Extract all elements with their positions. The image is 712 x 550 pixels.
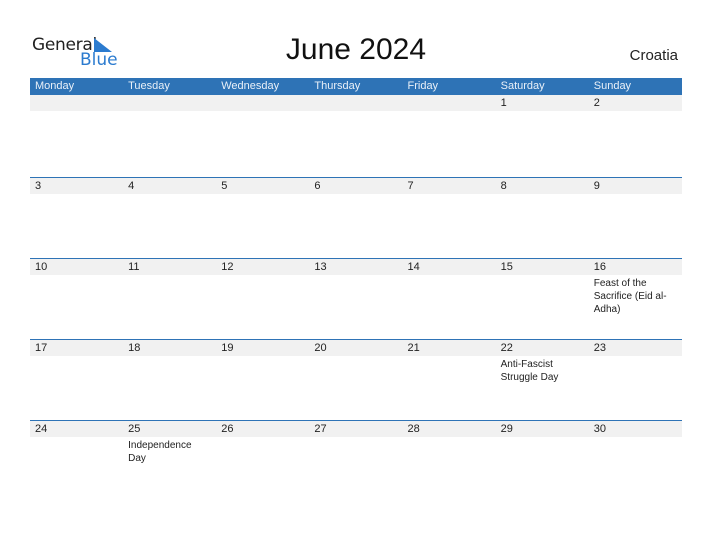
- day-number: 10: [30, 259, 124, 275]
- day-number: 14: [402, 259, 496, 275]
- weekday-friday: Friday: [407, 80, 439, 92]
- holiday-label: Feast of the Sacrifice (Eid al-Adha): [593, 278, 667, 315]
- calendar-title: June 2024: [285, 33, 427, 66]
- day-cell: 23: [588, 340, 682, 420]
- day-number: [123, 95, 217, 111]
- day-cell: 6: [309, 178, 403, 258]
- day-cell: 10: [30, 259, 124, 339]
- weekday-sunday: Sunday: [593, 80, 632, 92]
- week-row: 10 11 12 13 14 15 16 Feast of the Sacrifice (Ei…: [30, 258, 682, 339]
- weekday-saturday: Saturday: [500, 80, 545, 92]
- weeks-container: 1 2 3 4 5 6 7 8 9 10 11 12 13 14 15 16 Feast of the Sacr…: [30, 95, 682, 501]
- day-number: 7: [402, 178, 496, 194]
- day-cell: 21: [402, 340, 496, 420]
- day-number: 16: [588, 259, 682, 275]
- day-number: 21: [402, 340, 496, 356]
- day-number: 26: [216, 421, 310, 437]
- day-cell: 4: [123, 178, 217, 258]
- day-cell: 29: [495, 421, 589, 501]
- day-number: 22: [495, 340, 589, 356]
- day-cell: 11: [123, 259, 217, 339]
- day-number: [402, 95, 496, 111]
- day-number: 2: [588, 95, 682, 111]
- weekday-tuesday: Tuesday: [128, 80, 170, 92]
- day-cell: 26: [216, 421, 310, 501]
- day-number: 15: [495, 259, 589, 275]
- day-number: 3: [30, 178, 124, 194]
- day-number: 23: [588, 340, 682, 356]
- day-number: 9: [588, 178, 682, 194]
- day-number: [216, 95, 310, 111]
- day-cell: 30: [588, 421, 682, 501]
- day-number: 1: [495, 95, 589, 111]
- day-cell: [309, 95, 403, 177]
- day-number: 8: [495, 178, 589, 194]
- day-cell: 17: [30, 340, 124, 420]
- day-cell: 13: [309, 259, 403, 339]
- day-cell: 16 Feast of the Sacrifice (Eid al-Adha): [588, 259, 682, 339]
- day-cell: 15: [495, 259, 589, 339]
- day-number: 30: [588, 421, 682, 437]
- day-cell: 25 Independence Day: [123, 421, 217, 501]
- day-number: [30, 95, 124, 111]
- day-cell: 20: [309, 340, 403, 420]
- weekday-header: Monday Tuesday Wednesday Thursday Friday Satu…: [30, 78, 682, 95]
- day-number: [309, 95, 403, 111]
- day-number: 27: [309, 421, 403, 437]
- day-cell: [402, 95, 496, 177]
- day-number: 24: [30, 421, 124, 437]
- week-row: 24 25 Independence Day 26 27 28 29 30: [30, 420, 682, 501]
- weekday-thursday: Thursday: [314, 80, 361, 92]
- holiday-label: Anti-Fascist Struggle Day: [500, 359, 559, 383]
- day-number: 25: [123, 421, 217, 437]
- day-number: 17: [30, 340, 124, 356]
- weekday-monday: Monday: [35, 80, 75, 92]
- day-cell: 24: [30, 421, 124, 501]
- day-number: 20: [309, 340, 403, 356]
- day-number: 13: [309, 259, 403, 275]
- day-number: 5: [216, 178, 310, 194]
- day-number: 12: [216, 259, 310, 275]
- country-label: Croatia: [629, 47, 678, 64]
- day-number: 6: [309, 178, 403, 194]
- day-cell: 9: [588, 178, 682, 258]
- day-cell: 3: [30, 178, 124, 258]
- day-number: 19: [216, 340, 310, 356]
- day-cell: [216, 95, 310, 177]
- day-number: 18: [123, 340, 217, 356]
- day-cell: 1: [495, 95, 589, 177]
- day-cell: 27: [309, 421, 403, 501]
- calendar-grid: Monday Tuesday Wednesday Thursday Friday Satu…: [30, 78, 682, 501]
- week-row: 17 18 19 20 21 22 Anti-Fascist Struggle Day 23: [30, 339, 682, 420]
- day-number: 4: [123, 178, 217, 194]
- day-cell: 5: [216, 178, 310, 258]
- week-row: 12: [30, 95, 682, 177]
- day-cell: 18: [123, 340, 217, 420]
- day-cell: 12: [216, 259, 310, 339]
- holiday-label: Independence Day: [128, 440, 192, 464]
- day-cell: 19: [216, 340, 310, 420]
- day-number: 28: [402, 421, 496, 437]
- day-cell: [30, 95, 124, 177]
- day-cell: [123, 95, 217, 177]
- day-number: 29: [495, 421, 589, 437]
- day-cell: 22 Anti-Fascist Struggle Day: [495, 340, 589, 420]
- day-cell: 7: [402, 178, 496, 258]
- week-row: 3456789: [30, 177, 682, 258]
- day-cell: 28: [402, 421, 496, 501]
- day-number: 11: [123, 259, 217, 275]
- day-cell: 8: [495, 178, 589, 258]
- weekday-wednesday: Wednesday: [221, 80, 280, 92]
- day-cell: 2: [588, 95, 682, 177]
- day-cell: 14: [402, 259, 496, 339]
